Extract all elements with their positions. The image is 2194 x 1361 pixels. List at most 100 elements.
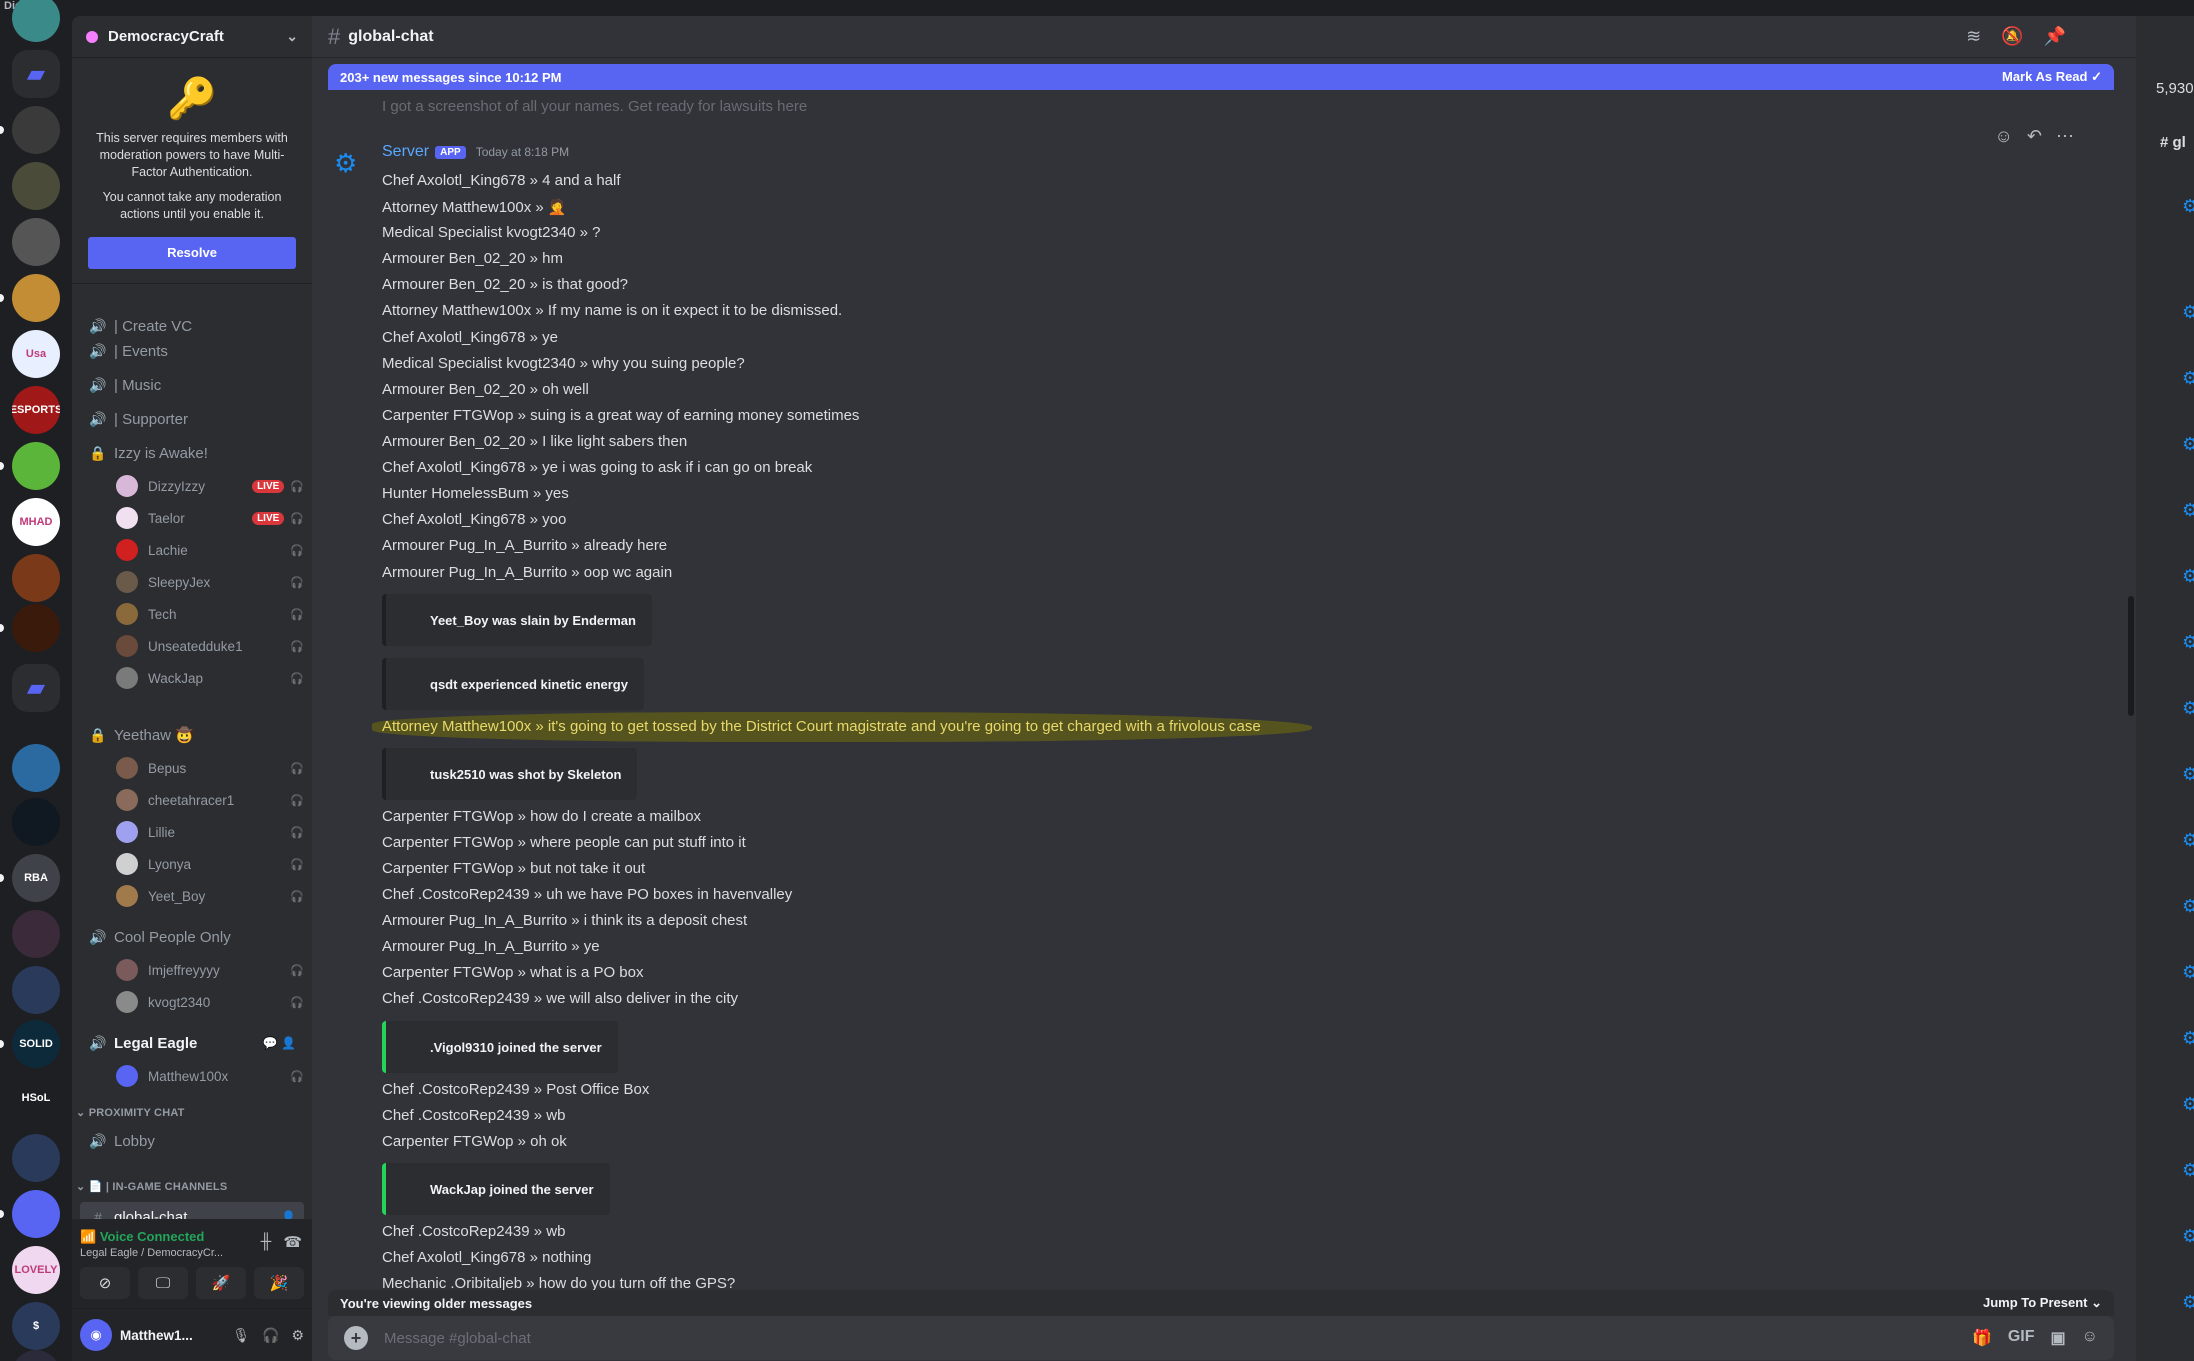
voice-user[interactable]: WackJap 🎧: [116, 664, 304, 692]
user-name[interactable]: Matthew1...: [120, 1328, 193, 1343]
server-icon[interactable]: [12, 554, 60, 602]
gear-icon[interactable]: ⚙: [2182, 302, 2194, 323]
category-in-game-channels[interactable]: ⌄ 📄 | IN-GAME CHANNELS: [76, 1180, 227, 1193]
server-icon[interactable]: RBA: [12, 854, 60, 902]
timestamp[interactable]: Today at 8:18 PM: [476, 145, 569, 159]
server-icon[interactable]: [12, 442, 60, 490]
voice-user[interactable]: DizzyIzzy LIVE 🎧: [116, 472, 304, 500]
gear-icon[interactable]: ⚙: [2182, 196, 2194, 217]
gear-icon[interactable]: ⚙: [2182, 1028, 2194, 1049]
folder-icon[interactable]: ▰: [12, 50, 60, 98]
noise-suppression-icon[interactable]: ╫: [261, 1233, 272, 1251]
gift-icon[interactable]: 🎁: [1972, 1328, 1992, 1348]
channel-events[interactable]: 🔊 | Events: [80, 336, 304, 366]
server-icon[interactable]: MHAD: [12, 498, 60, 546]
gear-icon[interactable]: ⚙: [291, 1327, 304, 1344]
channel-yeethaw[interactable]: 🔒 Yeethaw 🤠: [80, 720, 304, 750]
server-icon[interactable]: [12, 744, 60, 792]
gear-icon[interactable]: ⚙: [2182, 434, 2194, 455]
category-proximity-chat[interactable]: ⌄ PROXIMITY CHAT: [76, 1106, 185, 1119]
gear-icon[interactable]: ⚙: [2182, 1094, 2194, 1115]
channel-create-vc[interactable]: 🔊 | Create VC: [80, 316, 304, 336]
gear-icon[interactable]: ⚙: [2182, 1292, 2194, 1313]
server-gear-icon[interactable]: ⚙: [334, 148, 357, 179]
server-header[interactable]: DemocracyCraft ⌄: [72, 16, 312, 58]
channel-izzy[interactable]: 🔒 Izzy is Awake!: [80, 438, 304, 468]
server-icon[interactable]: $: [12, 1302, 60, 1350]
channel-cool-people[interactable]: 🔊 Cool People Only: [80, 922, 304, 952]
message-input[interactable]: [384, 1329, 1972, 1347]
server-icon[interactable]: HSoL: [12, 1074, 60, 1122]
voice-user[interactable]: Matthew100x 🎧: [116, 1062, 304, 1090]
gear-icon[interactable]: ⚙: [2182, 632, 2194, 653]
gear-icon[interactable]: ⚙: [2182, 500, 2194, 521]
server-icon[interactable]: [12, 1190, 60, 1238]
threads-icon[interactable]: ≋: [1966, 26, 1981, 47]
headphones-icon[interactable]: 🎧: [262, 1327, 279, 1344]
video-off-button[interactable]: ⊘: [80, 1267, 130, 1299]
voice-user[interactable]: cheetahracer1 🎧: [116, 786, 304, 814]
server-icon[interactable]: [12, 1134, 60, 1182]
resolve-button[interactable]: Resolve: [88, 237, 296, 269]
channel-legal-eagle[interactable]: 🔊 Legal Eagle 💬 👤: [80, 1028, 304, 1058]
add-reaction-icon[interactable]: ☺: [1995, 126, 2013, 147]
screen-share-button[interactable]: 🖵: [138, 1267, 188, 1299]
server-icon[interactable]: [12, 1350, 60, 1361]
gear-icon[interactable]: ⚙: [2182, 368, 2194, 389]
voice-user[interactable]: Lyonya 🎧: [116, 850, 304, 878]
gear-icon[interactable]: ⚙: [2182, 830, 2194, 851]
server-icon[interactable]: [12, 274, 60, 322]
voice-user[interactable]: Imjeffreyyyy 🎧: [116, 956, 304, 984]
chat-bubble-icon[interactable]: 💬 👤: [263, 1036, 296, 1050]
server-icon[interactable]: [12, 604, 60, 652]
sticker-icon[interactable]: ▣: [2051, 1328, 2066, 1348]
server-icon[interactable]: [12, 966, 60, 1014]
gear-icon[interactable]: ⚙: [2182, 764, 2194, 785]
voice-user[interactable]: Tech 🎧: [116, 600, 304, 628]
server-icon[interactable]: [12, 0, 60, 42]
new-messages-bar[interactable]: 203+ new messages since 10:12 PM Mark As…: [328, 64, 2114, 90]
channel-lobby[interactable]: 🔊 Lobby: [80, 1126, 304, 1156]
gif-icon[interactable]: GIF: [2008, 1328, 2035, 1348]
voice-user[interactable]: Yeet_Boy 🎧: [116, 882, 304, 910]
gear-icon[interactable]: ⚙: [2182, 962, 2194, 983]
channel-music[interactable]: 🔊 | Music: [80, 370, 304, 400]
server-icon[interactable]: [12, 106, 60, 154]
more-icon[interactable]: ⋯: [2056, 126, 2074, 147]
channel-supporter[interactable]: 🔊 | Supporter: [80, 404, 304, 434]
jump-to-present-button[interactable]: Jump To Present ⌄: [1983, 1295, 2102, 1311]
folder-icon[interactable]: ▰: [12, 664, 60, 712]
gear-icon[interactable]: ⚙: [2182, 896, 2194, 917]
voice-user[interactable]: SleepyJex 🎧: [116, 568, 304, 596]
server-icon[interactable]: [12, 798, 60, 846]
server-icon[interactable]: ESPORTS: [12, 386, 60, 434]
notifications-icon[interactable]: 🔕: [2001, 26, 2023, 47]
disconnect-icon[interactable]: ☎: [283, 1233, 302, 1251]
mark-as-read-button[interactable]: Mark As Read ✓: [2002, 69, 2102, 85]
add-attachment-icon[interactable]: +: [344, 1326, 368, 1350]
server-icon[interactable]: SOLID: [12, 1020, 60, 1068]
soundboard-button[interactable]: 🎉: [254, 1267, 304, 1299]
voice-user[interactable]: Bepus 🎧: [116, 754, 304, 782]
chevron-down-icon[interactable]: ⌄: [286, 28, 298, 45]
voice-user[interactable]: Lillie 🎧: [116, 818, 304, 846]
avatar[interactable]: ◉: [80, 1319, 112, 1351]
gear-icon[interactable]: ⚙: [2182, 698, 2194, 719]
gear-icon[interactable]: ⚙: [2182, 1226, 2194, 1247]
voice-user[interactable]: kvogt2340 🎧: [116, 988, 304, 1016]
activity-button[interactable]: 🚀: [196, 1267, 246, 1299]
server-icon[interactable]: [12, 162, 60, 210]
reply-icon[interactable]: ↶: [2027, 126, 2042, 147]
emoji-icon[interactable]: ☺: [2082, 1328, 2098, 1348]
server-icon[interactable]: [12, 218, 60, 266]
voice-user[interactable]: Taelor LIVE 🎧: [116, 504, 304, 532]
author-name[interactable]: Server: [382, 143, 429, 161]
gear-icon[interactable]: ⚙: [2182, 566, 2194, 587]
microphone-icon[interactable]: 🎙: [232, 1327, 250, 1344]
gear-icon[interactable]: ⚙: [2182, 1160, 2194, 1181]
pin-icon[interactable]: 📌: [2044, 26, 2066, 47]
voice-connected-status[interactable]: 📶 Voice Connected: [80, 1229, 204, 1245]
server-icon[interactable]: [12, 910, 60, 958]
voice-user[interactable]: Lachie 🎧: [116, 536, 304, 564]
server-icon[interactable]: LOVELY: [12, 1246, 60, 1294]
